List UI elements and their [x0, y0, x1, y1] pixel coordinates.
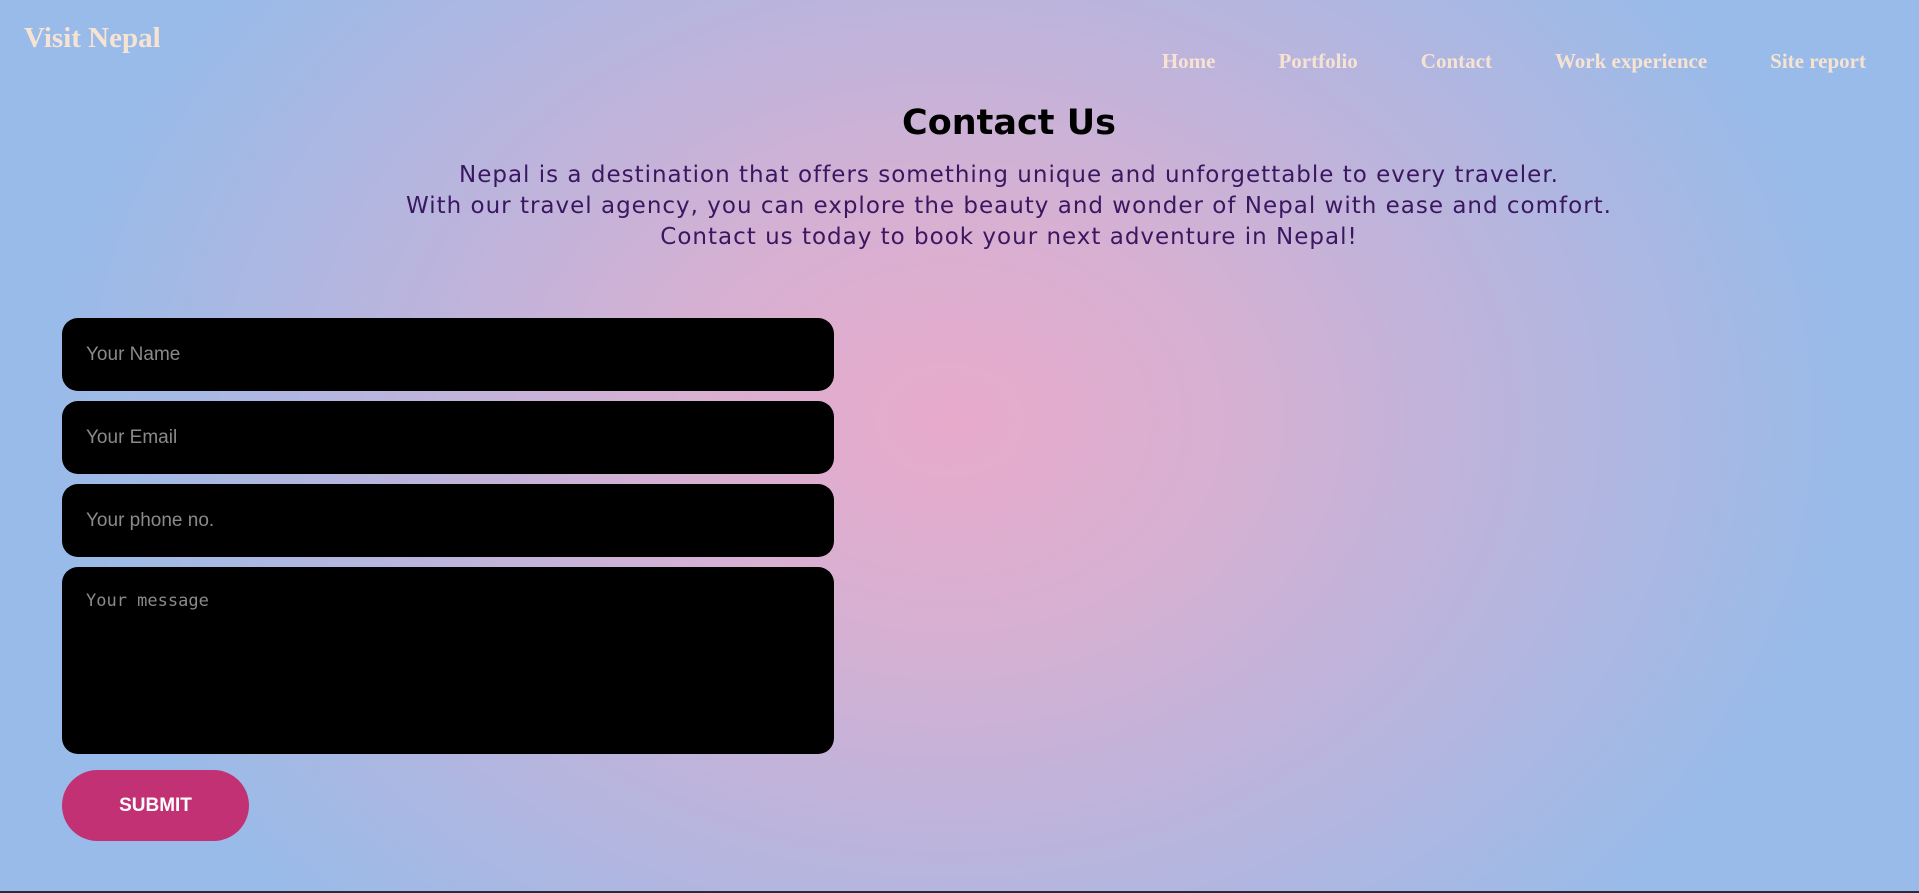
intro-text: Nepal is a destination that offers somet…: [0, 160, 1919, 253]
nav-contact[interactable]: Contact: [1421, 49, 1492, 74]
main-nav: Home Portfolio Contact Work experience S…: [1162, 49, 1866, 74]
intro-line: With our travel agency, you can explore …: [406, 193, 1612, 219]
name-input[interactable]: [62, 318, 834, 391]
intro-line: Nepal is a destination that offers somet…: [459, 162, 1559, 188]
message-input[interactable]: [62, 567, 834, 754]
page-title: Contact Us: [902, 103, 1116, 143]
nav-home[interactable]: Home: [1162, 49, 1216, 74]
nav-site-report[interactable]: Site report: [1770, 49, 1866, 74]
nav-portfolio[interactable]: Portfolio: [1278, 49, 1357, 74]
submit-button[interactable]: SUBMIT: [62, 770, 249, 841]
phone-input[interactable]: [62, 484, 834, 557]
nav-work-experience[interactable]: Work experience: [1555, 49, 1707, 74]
site-logo[interactable]: Visit Nepal: [24, 22, 161, 55]
email-input[interactable]: [62, 401, 834, 474]
intro-line: Contact us today to book your next adven…: [660, 224, 1358, 250]
contact-form: SUBMIT: [62, 318, 834, 841]
